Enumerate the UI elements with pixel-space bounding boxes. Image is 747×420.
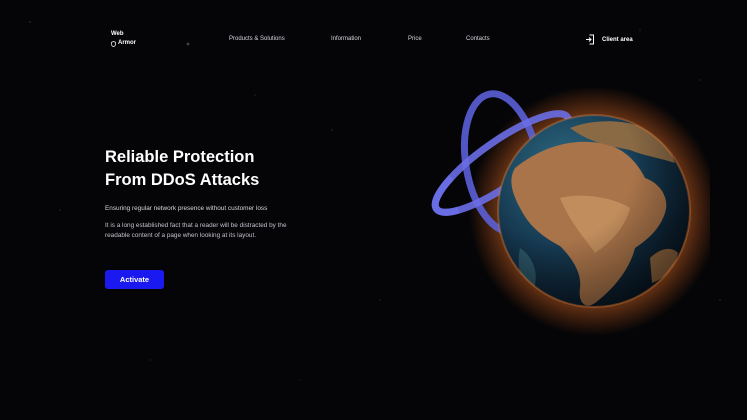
hero-title-line1: Reliable Protection <box>105 148 255 166</box>
earth-globe-illustration <box>431 88 710 336</box>
client-area-link[interactable]: Client area <box>585 34 633 45</box>
nav-item-price[interactable]: Price <box>408 36 422 42</box>
hero-subtitle: Ensuring regular network presence withou… <box>105 205 268 212</box>
brand-name-armor: Armor <box>118 40 137 46</box>
brand-logo[interactable]: Web Armor <box>111 30 136 48</box>
nav-item-products-solutions[interactable]: Products & Solutions <box>229 36 285 42</box>
hero-description: It is a long established fact that a rea… <box>105 222 287 239</box>
brand-name-web: Web <box>111 31 124 37</box>
nav-item-information[interactable]: Information <box>331 36 361 42</box>
client-area-label: Client area <box>602 36 633 43</box>
nav-item-contacts[interactable]: Contacts <box>466 36 490 42</box>
hero-title: Reliable Protection From DDoS Attacks <box>105 146 259 192</box>
activate-button[interactable]: Activate <box>105 270 164 289</box>
hero-title-line2: From DDoS Attacks <box>105 171 260 189</box>
brand-line2: Armor <box>111 39 136 48</box>
brand-line1: Web <box>111 30 136 39</box>
shield-icon <box>111 40 116 47</box>
login-icon <box>586 34 594 45</box>
